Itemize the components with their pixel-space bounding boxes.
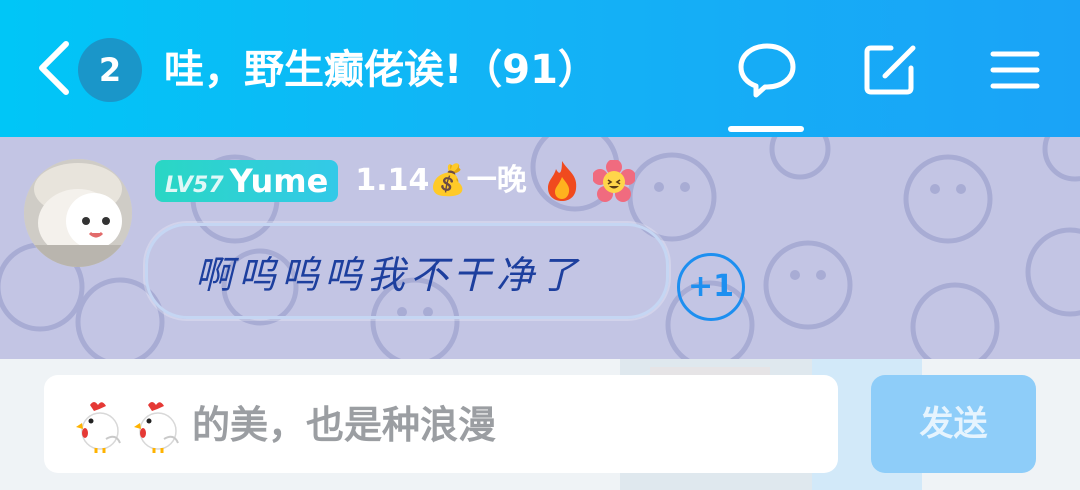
back-arrow-icon[interactable]	[34, 38, 74, 98]
plus-one-button[interactable]: +1	[677, 253, 745, 321]
rooster-emoji-icon	[76, 402, 121, 453]
top-bar: 2 哇，野生癫佬诶!（91）	[0, 0, 1080, 137]
avatar[interactable]	[24, 159, 132, 267]
input-bar: 的美，也是种浪漫 发送	[0, 359, 1080, 490]
user-level: LV57	[165, 173, 224, 198]
flower-emoji-icon	[592, 160, 635, 202]
input-text: 的美，也是种浪漫	[192, 403, 497, 447]
chat-title: 哇，野生癫佬诶!（91）	[164, 47, 598, 93]
user-signature: 1.14💰一晚	[355, 163, 527, 198]
sender-info: LV57 Yume 1.14💰一晚	[155, 159, 635, 203]
menu-icon[interactable]	[985, 40, 1045, 100]
chat-bubble-icon[interactable]	[737, 40, 797, 100]
send-button[interactable]: 发送	[871, 375, 1036, 473]
unread-count-badge[interactable]: 2	[78, 38, 142, 102]
username: Yume	[229, 162, 329, 200]
active-tab-indicator	[728, 126, 804, 132]
message-text: 啊呜呜呜我不干净了	[195, 253, 583, 297]
rooster-emoji-icon	[134, 402, 179, 453]
message-area: LV57 Yume 1.14💰一晚 啊呜呜呜我不干净了 +1	[0, 137, 1080, 359]
flame-icon	[547, 161, 577, 201]
edit-icon[interactable]	[861, 40, 921, 100]
level-username-tag[interactable]: LV57 Yume	[155, 160, 339, 202]
